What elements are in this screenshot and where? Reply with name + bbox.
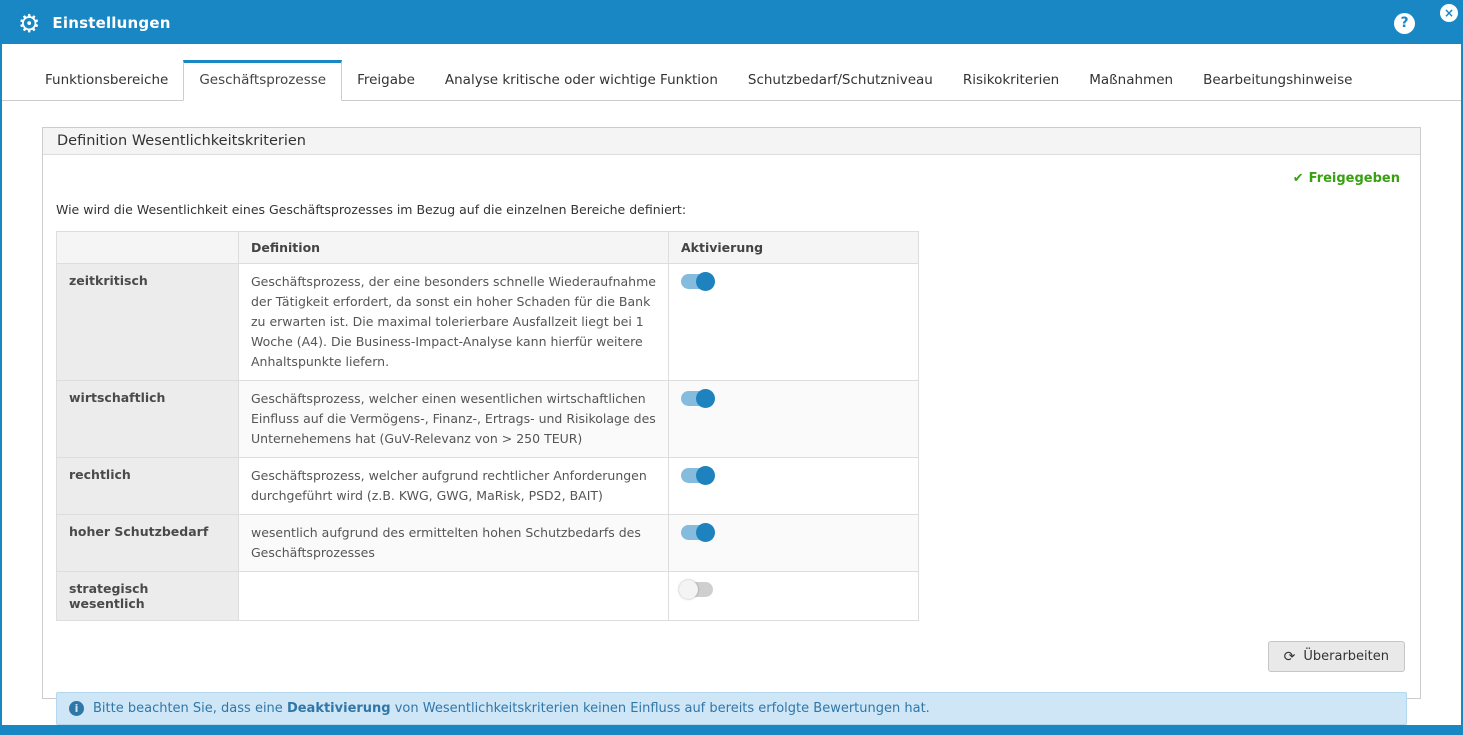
- info-text: Bitte beachten Sie, dass eine Deaktivier…: [93, 701, 930, 716]
- activation-toggle[interactable]: [681, 274, 713, 289]
- criterion-activation-cell: [669, 264, 919, 381]
- criteria-table: Definition Aktivierung zeitkritisch Gesc…: [56, 231, 919, 621]
- intro-text: Wie wird die Wesentlichkeit eines Geschä…: [56, 202, 1420, 217]
- info-text-bold: Deaktivierung: [287, 701, 391, 716]
- table-header-row: Definition Aktivierung: [57, 232, 919, 264]
- wesentlichkeitskriterien-panel: Definition Wesentlichkeitskriterien ✔ Fre…: [42, 127, 1421, 699]
- close-icon[interactable]: ×: [1439, 3, 1459, 23]
- tab-risikokriterien[interactable]: Risikokriterien: [948, 60, 1074, 100]
- criterion-label: wirtschaftlich: [57, 381, 239, 458]
- criterion-activation-cell: [669, 381, 919, 458]
- activation-toggle[interactable]: [681, 582, 713, 597]
- criterion-activation-cell: [669, 572, 919, 621]
- check-icon: ✔: [1293, 171, 1304, 186]
- content-area: Definition Wesentlichkeitskriterien ✔ Fre…: [2, 101, 1461, 725]
- criterion-definition: Geschäftsprozess, der eine besonders sch…: [239, 264, 669, 381]
- settings-window: ⚙ Einstellungen ? × Funktionsbereiche Ge…: [0, 0, 1463, 735]
- criterion-definition: Geschäftsprozess, welcher aufgrund recht…: [239, 458, 669, 515]
- header-empty: [57, 232, 239, 264]
- criterion-activation-cell: [669, 515, 919, 572]
- footer-strip: [2, 725, 1461, 733]
- table-row-strategisch-wesentlich: strategisch wesentlich: [57, 572, 919, 621]
- info-icon: i: [69, 701, 84, 716]
- criterion-label: rechtlich: [57, 458, 239, 515]
- header-definition: Definition: [239, 232, 669, 264]
- tab-geschaeftsprozesse[interactable]: Geschäftsprozesse: [183, 60, 342, 101]
- table-row-hoher-schutzbedarf: hoher Schutzbedarf wesentlich aufgrund d…: [57, 515, 919, 572]
- criterion-definition: wesentlich aufgrund des ermittelten hohe…: [239, 515, 669, 572]
- window-title: Einstellungen: [52, 14, 170, 32]
- gear-icon: ⚙: [18, 11, 40, 36]
- table-row-zeitkritisch: zeitkritisch Geschäftsprozess, der eine …: [57, 264, 919, 381]
- info-text-prefix: Bitte beachten Sie, dass eine: [93, 701, 287, 716]
- button-row: ⟳ Überarbeiten: [43, 621, 1420, 672]
- criterion-activation-cell: [669, 458, 919, 515]
- activation-toggle[interactable]: [681, 468, 713, 483]
- tab-freigabe[interactable]: Freigabe: [342, 60, 430, 100]
- activation-toggle[interactable]: [681, 525, 713, 540]
- refresh-icon: ⟳: [1284, 650, 1296, 664]
- titlebar: ⚙ Einstellungen ?: [2, 2, 1461, 44]
- info-text-suffix: von Wesentlichkeitskriterien keinen Einf…: [391, 701, 930, 716]
- criterion-label: hoher Schutzbedarf: [57, 515, 239, 572]
- tab-analyse-kritische-funktion[interactable]: Analyse kritische oder wichtige Funktion: [430, 60, 733, 100]
- criterion-definition: [239, 572, 669, 621]
- tab-bar: Funktionsbereiche Geschäftsprozesse Frei…: [2, 60, 1461, 101]
- tab-funktionsbereiche[interactable]: Funktionsbereiche: [30, 60, 183, 100]
- activation-toggle[interactable]: [681, 391, 713, 406]
- table-row-wirtschaftlich: wirtschaftlich Geschäftsprozess, welcher…: [57, 381, 919, 458]
- status-line: ✔ Freigegeben: [43, 155, 1420, 186]
- tab-massnahmen[interactable]: Maßnahmen: [1074, 60, 1188, 100]
- tab-bearbeitungshinweise[interactable]: Bearbeitungshinweise: [1188, 60, 1367, 100]
- tab-schutzbedarf-schutzniveau[interactable]: Schutzbedarf/Schutzniveau: [733, 60, 948, 100]
- panel-title: Definition Wesentlichkeitskriterien: [43, 128, 1420, 155]
- criterion-label: zeitkritisch: [57, 264, 239, 381]
- ueberarbeiten-button[interactable]: ⟳ Überarbeiten: [1268, 641, 1405, 672]
- table-row-rechtlich: rechtlich Geschäftsprozess, welcher aufg…: [57, 458, 919, 515]
- header-aktivierung: Aktivierung: [669, 232, 919, 264]
- criterion-definition: Geschäftsprozess, welcher einen wesentli…: [239, 381, 669, 458]
- info-bar: i Bitte beachten Sie, dass eine Deaktivi…: [56, 692, 1407, 725]
- status-badge: Freigegeben: [1309, 171, 1400, 186]
- help-icon[interactable]: ?: [1394, 13, 1415, 34]
- criterion-label: strategisch wesentlich: [57, 572, 239, 621]
- ueberarbeiten-label: Überarbeiten: [1303, 649, 1389, 664]
